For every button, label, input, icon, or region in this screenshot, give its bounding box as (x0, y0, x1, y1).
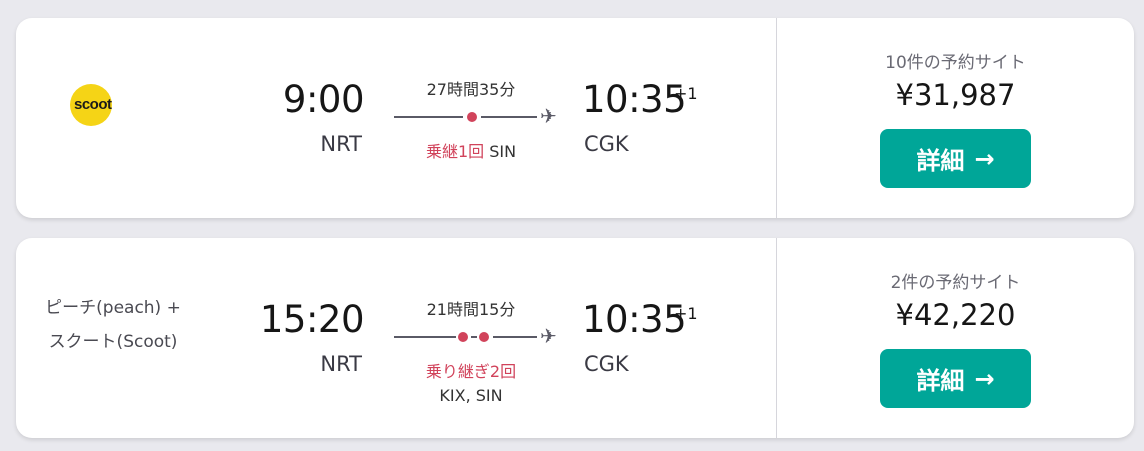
details-button[interactable]: 詳細 → (880, 349, 1031, 408)
flight-duration: 21時間15分 (426, 300, 516, 319)
stop-dot (467, 112, 477, 122)
booking-sites-count: 2件の予約サイト (890, 273, 1021, 293)
details-button[interactable]: 詳細 → (880, 129, 1031, 188)
arrival-time: 10:35 (582, 78, 687, 121)
route-line (471, 336, 477, 338)
stops-info: 乗り継ぎ2回 (376, 358, 566, 382)
stops-count: 乗り継ぎ2回 (425, 362, 517, 381)
airline-name: ピーチ(peach) + (45, 298, 181, 318)
details-button-label: 詳細 (916, 367, 965, 395)
stop-dot (458, 332, 468, 342)
airplane-icon: ✈ (540, 104, 557, 128)
route-line (394, 116, 463, 118)
route-line (493, 336, 537, 338)
arrival-airport: CGK (584, 352, 629, 376)
departure-time: 9:00 (282, 78, 365, 121)
airline-name: スクート(Scoot) (48, 332, 178, 352)
stop-airports: KIX, SIN (439, 386, 503, 405)
scoot-logo-text: scoot (74, 96, 112, 113)
departure-airport: NRT (320, 352, 362, 376)
stops-info: 乗継1回 SIN (376, 138, 566, 162)
departure-time: 15:20 (259, 298, 365, 341)
arrow-right-icon: → (974, 364, 995, 393)
price: ¥42,220 (895, 298, 1016, 332)
arrival-day-offset: +1 (674, 304, 698, 323)
stops-count: 乗継1回 (425, 142, 485, 161)
arrival-time: 10:35 (582, 298, 687, 341)
route-line (481, 116, 537, 118)
flight-duration: 27時間35分 (426, 80, 516, 99)
arrival-day-offset: +1 (674, 84, 698, 103)
flight-result-card[interactable]: ピーチ(peach) + スクート(Scoot) 15:20 NRT 21時間1… (16, 238, 1134, 438)
stop-airports: SIN (489, 142, 517, 161)
arrival-airport: CGK (584, 132, 629, 156)
arrow-right-icon: → (974, 144, 995, 173)
booking-sites-count: 10件の予約サイト (885, 53, 1026, 73)
stop-dot (479, 332, 489, 342)
flight-result-card[interactable]: scoot 9:00 NRT 27時間35分 ✈ 乗継1回 SIN 10:35 … (16, 18, 1134, 218)
details-button-label: 詳細 (916, 147, 965, 175)
airplane-icon: ✈ (540, 324, 557, 348)
route-line (394, 336, 456, 338)
price: ¥31,987 (895, 78, 1016, 112)
departure-airport: NRT (320, 132, 362, 156)
